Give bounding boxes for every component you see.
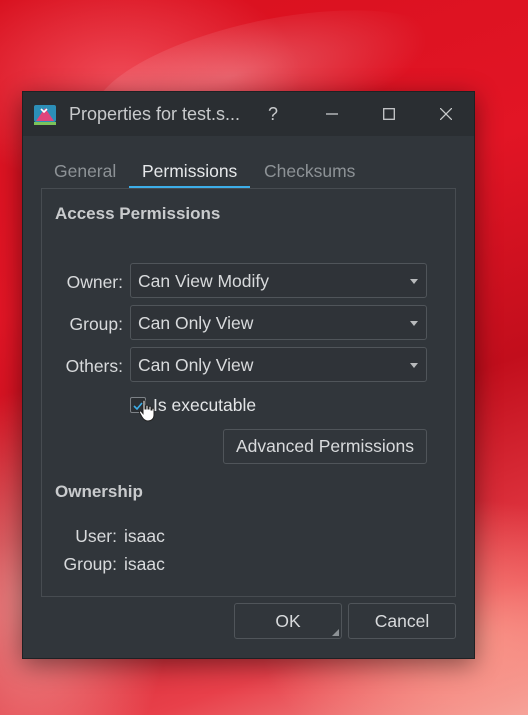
close-button[interactable]: [431, 100, 461, 128]
chevron-down-icon: [410, 363, 418, 368]
properties-dialog: Properties for test.s... ? General Permi…: [22, 91, 475, 659]
help-button[interactable]: ?: [258, 100, 288, 128]
user-value: isaac: [124, 526, 165, 546]
tab-checksums[interactable]: Checksums: [251, 154, 368, 188]
executable-label[interactable]: Is executable: [153, 395, 256, 416]
owner-permission-value: Can View Modify: [138, 271, 269, 291]
owner-label: Owner:: [66, 272, 123, 292]
ok-label: OK: [275, 610, 301, 631]
ok-button[interactable]: OK: [234, 603, 342, 639]
permissions-panel: Access Permissions Owner: Can View Modif…: [41, 188, 456, 597]
maximize-button[interactable]: [374, 100, 404, 128]
chevron-down-icon: [410, 279, 418, 284]
close-icon: [440, 108, 452, 120]
default-button-indicator: [332, 629, 339, 636]
owner-permission-select[interactable]: Can View Modify: [130, 263, 427, 298]
others-label: Others:: [65, 356, 123, 376]
tab-general[interactable]: General: [41, 154, 129, 188]
app-icon: [34, 105, 56, 125]
group-permission-select[interactable]: Can Only View: [130, 305, 427, 340]
group-permission-value: Can Only View: [138, 313, 254, 333]
titlebar[interactable]: Properties for test.s... ?: [23, 92, 474, 136]
help-icon: ?: [267, 103, 278, 124]
group-label: Group:: [69, 314, 124, 334]
ownership-group-label: Group:: [63, 554, 118, 574]
cancel-label: Cancel: [374, 610, 430, 631]
minimize-button[interactable]: [317, 100, 347, 128]
maximize-icon: [383, 108, 395, 120]
hand-cursor-icon: [138, 399, 155, 422]
ownership-heading: Ownership: [55, 482, 143, 501]
others-permission-select[interactable]: Can Only View: [130, 347, 427, 382]
tab-permissions[interactable]: Permissions: [129, 154, 251, 188]
chevron-down-icon: [410, 321, 418, 326]
advanced-permissions-button[interactable]: Advanced Permissions: [223, 429, 427, 464]
others-permission-value: Can Only View: [138, 355, 254, 375]
cancel-button[interactable]: Cancel: [348, 603, 456, 639]
minimize-icon: [326, 113, 338, 115]
user-label: User:: [75, 526, 117, 546]
ownership-group-value: isaac: [124, 554, 165, 574]
access-permissions-heading: Access Permissions: [55, 204, 221, 223]
window-title: Properties for test.s...: [69, 104, 241, 124]
